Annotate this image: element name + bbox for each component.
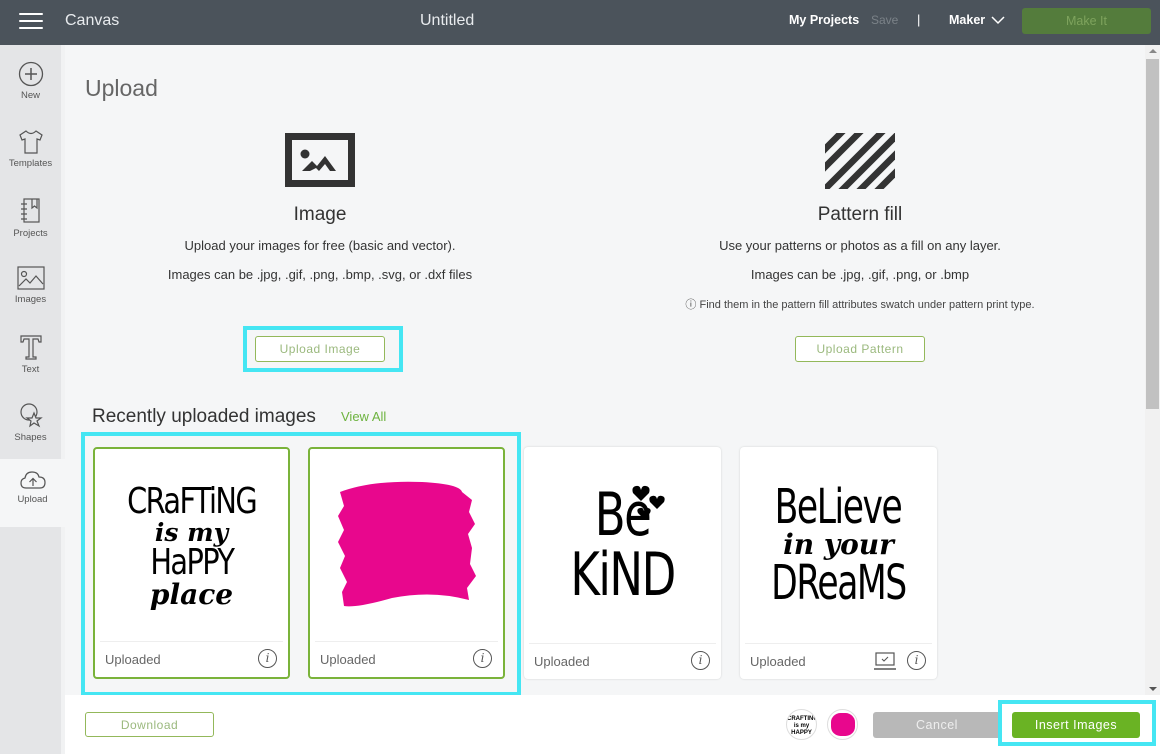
top-bar: Canvas Untitled My Projects Save | Maker… — [0, 0, 1160, 45]
section-heading: Image — [293, 204, 347, 225]
sidebar-label: Text — [21, 364, 40, 375]
machine-label: Maker — [949, 13, 986, 27]
sidebar-item-upload[interactable]: Upload — [0, 459, 65, 527]
card-footer: Uploaded i — [100, 641, 283, 677]
section-heading: Pattern fill — [817, 204, 903, 225]
image-thumbnail: CRaFTiNG is my HaPPY place — [95, 449, 288, 644]
image-card[interactable]: Uploaded i — [308, 447, 505, 679]
footer-bar: Download CRAFTING is my HAPPY Cancel Inser… — [65, 695, 1160, 754]
scroll-down-arrow-icon[interactable] — [1149, 687, 1157, 691]
sidebar-item-templates[interactable]: Templates — [0, 129, 61, 197]
thumb-art — [831, 713, 855, 736]
pink-brush-stroke-image — [337, 481, 476, 606]
sidebar-label: New — [20, 90, 40, 101]
tshirt-icon — [18, 130, 43, 154]
card-footer: Uploaded i — [529, 643, 716, 679]
thumb-art: CRAFTING is my HAPPY — [787, 716, 817, 736]
sidebar-item-new[interactable]: New — [0, 61, 61, 129]
selected-thumb-crafting[interactable]: CRAFTING is my HAPPY — [786, 709, 817, 740]
scroll-up-arrow-icon[interactable] — [1149, 49, 1157, 53]
image-icon — [285, 133, 355, 187]
insert-images-button[interactable]: Insert Images — [1012, 712, 1140, 738]
chevron-down-icon — [991, 16, 1005, 25]
image-icon — [16, 266, 45, 290]
art-line: place — [149, 578, 234, 611]
download-button[interactable]: Download — [85, 712, 214, 737]
text-t-icon — [19, 335, 42, 360]
scrollbar-thumb[interactable] — [1146, 59, 1159, 409]
info-icon[interactable]: i — [691, 651, 710, 670]
art-line: BeLieve — [775, 478, 903, 535]
view-all-link[interactable]: View All — [341, 409, 386, 424]
info-icon[interactable]: i — [258, 649, 277, 668]
upload-pattern-button[interactable]: Upload Pattern — [795, 336, 925, 362]
art-line: DReaMS — [771, 554, 907, 611]
image-card[interactable]: CRaFTiNG is my HaPPY place Uploaded i — [93, 447, 290, 679]
section-description: Upload your images for free (basic and v… — [184, 238, 456, 253]
section-filetypes: Images can be .jpg, .gif, .png, or .bmp — [750, 267, 970, 282]
sidebar-label: Images — [14, 294, 47, 305]
sidebar-item-images[interactable]: Images — [0, 265, 61, 333]
monitor-check-icon[interactable] — [874, 651, 896, 671]
my-projects-link[interactable]: My Projects — [789, 13, 859, 27]
card-footer: Uploaded i — [745, 643, 932, 679]
section-description: Use your patterns or photos as a fill on… — [719, 238, 1001, 253]
pattern-note-text: Find them in the pattern fill attributes… — [699, 299, 1035, 311]
cloud-upload-icon — [19, 471, 46, 489]
hearts-icon — [632, 485, 665, 519]
page-title: Upload — [85, 75, 158, 101]
image-thumbnail: Be KiND — [524, 447, 721, 642]
sidebar-item-text[interactable]: Text — [0, 333, 61, 401]
machine-select[interactable]: Maker — [949, 13, 1005, 27]
sidebar-label: Shapes — [14, 432, 47, 443]
document-title[interactable]: Untitled — [420, 12, 474, 30]
cancel-button[interactable]: Cancel — [873, 712, 1001, 738]
vertical-scrollbar[interactable] — [1145, 45, 1160, 695]
recent-uploads-title: Recently uploaded images — [92, 406, 316, 427]
diagonal-stripes-icon — [825, 133, 895, 189]
notebook-icon — [20, 198, 40, 223]
art-line: KiND — [570, 539, 676, 610]
shapes-icon — [19, 403, 43, 428]
image-card[interactable]: BeLieve in your DReaMS Uploaded i — [740, 447, 937, 679]
art-group: Be KiND — [553, 485, 692, 605]
app-name: Canvas — [65, 12, 120, 29]
upload-status: Uploaded — [534, 654, 590, 669]
sidebar: New Templates Projects Images Text Shape… — [0, 45, 65, 754]
art-line: CRaFTiNG — [127, 481, 258, 522]
info-icon[interactable]: i — [473, 649, 492, 668]
section-filetypes: Images can be .jpg, .gif, .png, .bmp, .s… — [167, 267, 473, 282]
make-it-button[interactable]: Make It — [1022, 8, 1151, 34]
sidebar-item-projects[interactable]: Projects — [0, 197, 61, 265]
art-line: HaPPY — [150, 542, 235, 583]
plus-circle-icon — [18, 61, 43, 87]
sidebar-label: Templates — [8, 158, 53, 169]
hamburger-menu-icon[interactable] — [19, 13, 43, 31]
image-card[interactable]: Be KiND Uploaded i — [524, 447, 721, 679]
upload-panel: Upload Image Upload your images for free… — [65, 45, 1145, 696]
save-button[interactable]: Save — [871, 13, 898, 27]
upload-status: Uploaded — [105, 652, 161, 667]
sidebar-label: Upload — [17, 494, 48, 505]
pattern-note: ⓘ Find them in the pattern fill attribut… — [640, 296, 1080, 312]
info-icon: ⓘ — [685, 299, 697, 311]
upload-status: Uploaded — [320, 652, 376, 667]
upload-image-button[interactable]: Upload Image — [255, 336, 385, 362]
sidebar-label: Projects — [13, 228, 48, 239]
image-upload-section: Image Upload your images for free (basic… — [150, 133, 490, 282]
selected-thumb-pink[interactable] — [827, 709, 858, 740]
image-thumbnail — [310, 449, 503, 644]
image-thumbnail: BeLieve in your DReaMS — [740, 447, 937, 642]
pattern-upload-section: Pattern fill Use your patterns or photos… — [640, 133, 1080, 312]
divider: | — [917, 12, 921, 27]
card-footer: Uploaded i — [315, 641, 498, 677]
upload-status: Uploaded — [750, 654, 806, 669]
info-icon[interactable]: i — [907, 651, 926, 670]
